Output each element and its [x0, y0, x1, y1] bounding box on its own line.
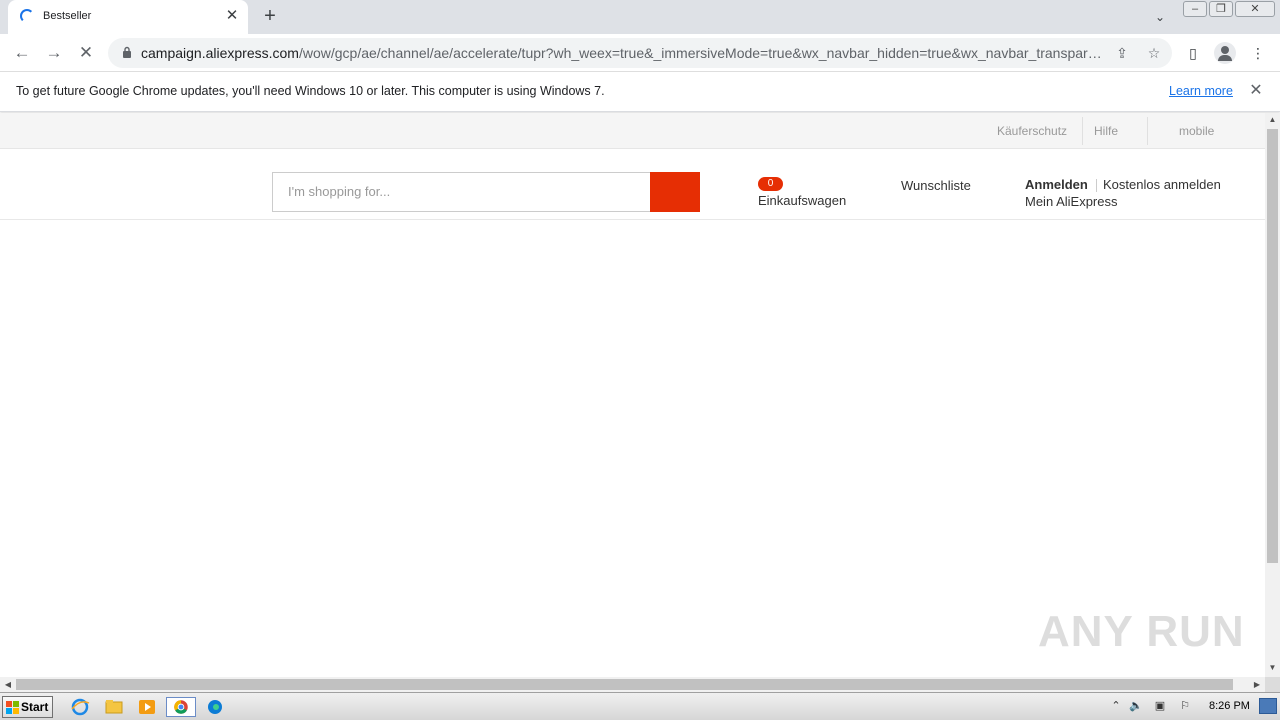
register-link[interactable]: Kostenlos anmelden [1103, 177, 1221, 192]
page-viewport: Käuferschutz Hilfe mobile I'm shopping f… [0, 113, 1265, 677]
cart-count-badge: 0 [758, 177, 783, 191]
horizontal-scrollbar[interactable]: ◀ ▶ [0, 677, 1265, 692]
action-center-flag-icon[interactable]: ⚐ [1177, 698, 1193, 714]
back-arrow-icon[interactable]: ← [9, 40, 35, 66]
site-topbar: Käuferschutz Hilfe mobile [0, 113, 1265, 149]
close-infobar-icon[interactable]: ✕ [1246, 81, 1266, 101]
scroll-down-arrow-icon[interactable]: ▼ [1265, 661, 1280, 675]
stop-loading-icon[interactable]: ✕ [73, 40, 99, 66]
topbar-divider [1147, 117, 1148, 145]
vertical-scrollbar[interactable]: ▲ ▼ [1265, 113, 1280, 677]
infobar-message: To get future Google Chrome updates, you… [16, 84, 605, 98]
browser-toolbar: ← → ✕ campaign.aliexpress.com/wow/gcp/ae… [0, 34, 1280, 72]
learn-more-link[interactable]: Learn more [1169, 84, 1233, 98]
scrollbar-corner [1265, 677, 1280, 692]
internet-explorer-icon[interactable] [69, 697, 91, 717]
sign-in-link[interactable]: Anmelden [1025, 177, 1088, 192]
start-label: Start [21, 700, 49, 714]
tab-title: Bestseller [43, 10, 92, 22]
taskbar-clock[interactable]: 8:26 PM [1209, 700, 1250, 712]
search-input[interactable]: I'm shopping for... [272, 172, 651, 212]
chrome-taskbar-icon[interactable] [166, 697, 196, 717]
file-explorer-icon[interactable] [103, 697, 125, 717]
edge-icon[interactable] [204, 697, 226, 717]
windows-flag-icon [6, 701, 19, 714]
horizontal-scroll-thumb[interactable] [16, 679, 1233, 690]
loading-spinner-icon [20, 9, 34, 23]
close-tab-icon[interactable]: ✕ [223, 7, 241, 25]
scroll-right-arrow-icon[interactable]: ▶ [1250, 677, 1264, 692]
scroll-left-arrow-icon[interactable]: ◀ [1, 677, 15, 692]
account-divider [1096, 179, 1097, 192]
search-button[interactable] [650, 172, 700, 212]
url-text: campaign.aliexpress.com/wow/gcp/ae/chann… [141, 45, 1101, 61]
windows-taskbar: Start ⌃ 🔈 ▣ ⚐ 8:26 PM [0, 692, 1280, 720]
site-header: I'm shopping for... 0 Einkaufswagen Wuns… [0, 150, 1265, 220]
volume-icon[interactable]: 🔈 [1128, 698, 1144, 714]
buyer-protection-link[interactable]: Käuferschutz [997, 124, 1067, 138]
network-icon[interactable]: ▣ [1152, 698, 1168, 714]
new-tab-button[interactable]: + [259, 5, 281, 27]
restore-window-button[interactable]: ❐ [1209, 1, 1233, 17]
profile-avatar-icon[interactable] [1214, 42, 1236, 64]
topbar-divider [1082, 117, 1083, 145]
my-account-link[interactable]: Mein AliExpress [1025, 194, 1117, 209]
tab-search-chevron-icon[interactable]: ⌄ [1150, 7, 1170, 27]
menu-kebab-icon[interactable]: ⋮ [1247, 42, 1269, 64]
browser-tab[interactable]: Bestseller ✕ [8, 0, 248, 34]
bookmark-star-icon[interactable]: ☆ [1144, 43, 1164, 63]
help-link[interactable]: Hilfe [1094, 124, 1118, 138]
start-button[interactable]: Start [2, 696, 53, 718]
update-infobar: To get future Google Chrome updates, you… [0, 72, 1280, 112]
tray-overflow-icon[interactable]: ⌃ [1108, 698, 1124, 714]
wishlist-link[interactable]: Wunschliste [901, 178, 971, 193]
vertical-scroll-thumb[interactable] [1267, 129, 1278, 563]
media-player-icon[interactable] [136, 697, 158, 717]
minimize-window-button[interactable]: – [1183, 1, 1207, 17]
anyrun-watermark: ANY RUN [1038, 607, 1245, 656]
browser-tab-strip: Bestseller ✕ + ⌄ – ❐ ✕ [0, 0, 1280, 34]
lock-icon [123, 46, 131, 58]
show-desktop-button[interactable] [1259, 698, 1277, 714]
cart-link[interactable]: Einkaufswagen [758, 193, 846, 208]
forward-arrow-icon[interactable]: → [41, 40, 67, 66]
close-window-button[interactable]: ✕ [1235, 1, 1275, 17]
scroll-up-arrow-icon[interactable]: ▲ [1265, 113, 1280, 127]
mobile-link[interactable]: mobile [1179, 124, 1214, 138]
address-bar[interactable]: campaign.aliexpress.com/wow/gcp/ae/chann… [108, 38, 1172, 68]
share-icon[interactable]: ⇪ [1112, 43, 1132, 63]
side-panel-icon[interactable]: ▯ [1182, 42, 1204, 64]
